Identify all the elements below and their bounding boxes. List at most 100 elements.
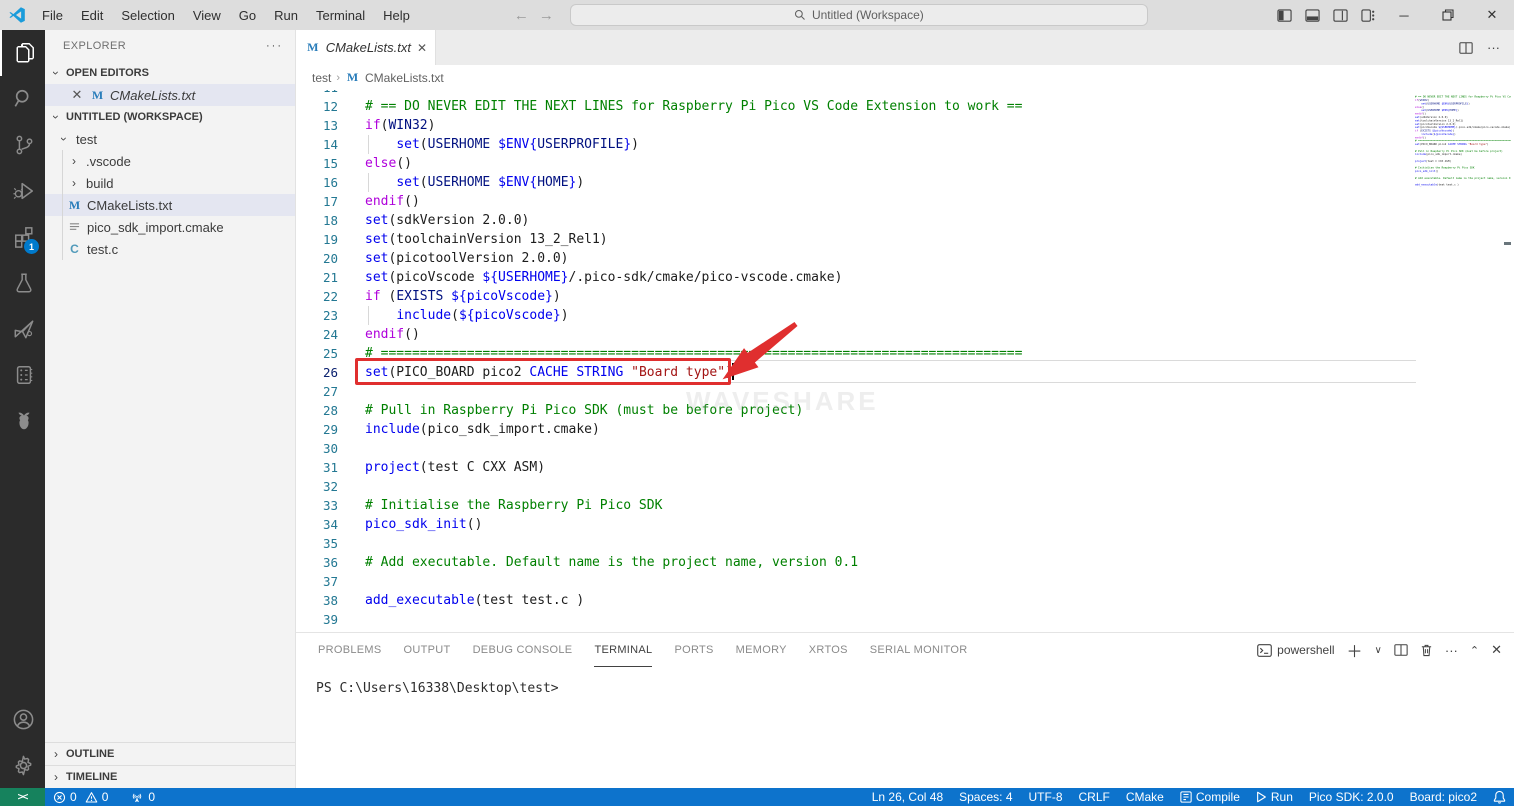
panel-tab-xrtos[interactable]: XRTOS bbox=[809, 633, 848, 667]
code-editor[interactable]: 1112# == DO NEVER EDIT THE NEXT LINES fo… bbox=[296, 90, 1514, 632]
maximize-panel-icon[interactable]: ⌃ bbox=[1470, 644, 1479, 657]
activitybar-settings-icon[interactable] bbox=[0, 742, 45, 788]
code-line-22[interactable]: 22if (EXISTS ${picoVscode}) bbox=[296, 287, 1514, 306]
toggle-primary-sidebar-icon[interactable] bbox=[1270, 1, 1298, 29]
status-cmake[interactable]: CMake bbox=[1118, 790, 1172, 804]
explorer-more-actions-icon[interactable]: ··· bbox=[266, 40, 283, 52]
code-line-13[interactable]: 13if(WIN32) bbox=[296, 116, 1514, 135]
status-compile[interactable]: Compile bbox=[1172, 790, 1248, 804]
code-line-31[interactable]: 31project(test C CXX ASM) bbox=[296, 458, 1514, 477]
activitybar-search-icon[interactable] bbox=[0, 76, 45, 122]
workspace-section-header[interactable]: › UNTITLED (WORKSPACE) bbox=[45, 106, 295, 128]
terminal-shell-label[interactable]: powershell bbox=[1257, 643, 1334, 657]
editor-more-actions-icon[interactable]: ··· bbox=[1487, 40, 1500, 55]
status-spaces[interactable]: Spaces: 4 bbox=[951, 790, 1020, 804]
code-line-39[interactable]: 39 bbox=[296, 610, 1514, 629]
code-line-32[interactable]: 32 bbox=[296, 477, 1514, 496]
tree-item-pico-sdk-import-cmake[interactable]: pico_sdk_import.cmake bbox=[45, 216, 295, 238]
tab-cmakelists[interactable]: M CMakeLists.txt ✕ bbox=[296, 30, 436, 65]
code-line-11[interactable]: 11 bbox=[296, 90, 1514, 97]
status-utf-8[interactable]: UTF-8 bbox=[1021, 790, 1071, 804]
open-editor-item[interactable]: ✕MCMakeLists.txt bbox=[45, 84, 295, 106]
status-board[interactable]: Board: pico2 bbox=[1402, 790, 1485, 804]
problems-status[interactable]: 0 0 bbox=[45, 788, 116, 806]
activitybar-testing-icon[interactable] bbox=[0, 260, 45, 306]
restore-button[interactable] bbox=[1426, 0, 1470, 30]
activitybar-memory-inspector-icon[interactable] bbox=[0, 352, 45, 398]
kill-terminal-icon[interactable] bbox=[1420, 643, 1433, 657]
code-line-18[interactable]: 18set(sdkVersion 2.0.0) bbox=[296, 211, 1514, 230]
code-line-29[interactable]: 29include(pico_sdk_import.cmake) bbox=[296, 420, 1514, 439]
menu-go[interactable]: Go bbox=[231, 5, 264, 26]
menu-selection[interactable]: Selection bbox=[113, 5, 182, 26]
panel-more-actions-icon[interactable]: ··· bbox=[1445, 643, 1458, 658]
tree-item--vscode[interactable]: ›.vscode bbox=[45, 150, 295, 172]
panel-tab-terminal[interactable]: TERMINAL bbox=[594, 633, 652, 667]
remote-indicator[interactable]: >< bbox=[0, 788, 45, 806]
menu-terminal[interactable]: Terminal bbox=[308, 5, 373, 26]
nav-forward-icon[interactable]: → bbox=[539, 7, 554, 24]
menu-help[interactable]: Help bbox=[375, 5, 418, 26]
toggle-secondary-sidebar-icon[interactable] bbox=[1326, 1, 1354, 29]
sidebar-section-outline[interactable]: ›OUTLINE bbox=[45, 742, 295, 765]
ports-status[interactable]: 0 bbox=[122, 788, 163, 806]
activitybar-accounts-icon[interactable] bbox=[0, 696, 45, 742]
status-run[interactable]: Run bbox=[1248, 790, 1301, 804]
command-center-search[interactable]: Untitled (Workspace) bbox=[570, 4, 1148, 26]
tree-item-build[interactable]: ›build bbox=[45, 172, 295, 194]
code-line-14[interactable]: 14 set(USERHOME $ENV{USERPROFILE}) bbox=[296, 135, 1514, 154]
split-terminal-icon[interactable] bbox=[1394, 643, 1408, 657]
notifications-bell-icon[interactable] bbox=[1485, 790, 1514, 804]
panel-tab-ports[interactable]: PORTS bbox=[674, 633, 713, 667]
code-line-36[interactable]: 36# Add executable. Default name is the … bbox=[296, 553, 1514, 572]
code-line-38[interactable]: 38add_executable(test test.c ) bbox=[296, 591, 1514, 610]
status-pico-sdk[interactable]: Pico SDK: 2.0.0 bbox=[1301, 790, 1402, 804]
code-line-19[interactable]: 19set(toolchainVersion 13_2_Rel1) bbox=[296, 230, 1514, 249]
minimize-button[interactable]: ─ bbox=[1382, 0, 1426, 30]
panel-tab-debug-console[interactable]: DEBUG CONSOLE bbox=[473, 633, 573, 667]
activitybar-explorer-icon[interactable] bbox=[0, 30, 45, 76]
menu-run[interactable]: Run bbox=[266, 5, 306, 26]
close-panel-icon[interactable]: ✕ bbox=[1491, 642, 1502, 658]
terminal-dropdown-icon[interactable]: ∨ bbox=[1375, 645, 1382, 656]
code-line-35[interactable]: 35 bbox=[296, 534, 1514, 553]
tree-item-cmakelists-txt[interactable]: MCMakeLists.txt bbox=[45, 194, 295, 216]
status-crlf[interactable]: CRLF bbox=[1071, 790, 1118, 804]
breadcrumb-folder[interactable]: test bbox=[312, 71, 331, 85]
split-editor-icon[interactable] bbox=[1459, 41, 1473, 55]
nav-back-icon[interactable]: ← bbox=[514, 7, 529, 24]
code-line-21[interactable]: 21set(picoVscode ${USERHOME}/.pico-sdk/c… bbox=[296, 268, 1514, 287]
code-line-12[interactable]: 12# == DO NEVER EDIT THE NEXT LINES for … bbox=[296, 97, 1514, 116]
activitybar-raspberry-pi-icon[interactable] bbox=[0, 398, 45, 444]
terminal-output[interactable]: PS C:\Users\16338\Desktop\test> bbox=[296, 667, 1514, 696]
customize-layout-icon[interactable] bbox=[1354, 1, 1382, 29]
code-line-24[interactable]: 24endif() bbox=[296, 325, 1514, 344]
tree-item-test-c[interactable]: Ctest.c bbox=[45, 238, 295, 260]
panel-tab-output[interactable]: OUTPUT bbox=[404, 633, 451, 667]
code-line-37[interactable]: 37 bbox=[296, 572, 1514, 591]
menu-file[interactable]: File bbox=[34, 5, 71, 26]
code-line-34[interactable]: 34pico_sdk_init() bbox=[296, 515, 1514, 534]
menu-edit[interactable]: Edit bbox=[73, 5, 111, 26]
activitybar-pico-project-icon[interactable] bbox=[0, 306, 45, 352]
activitybar-run-and-debug-icon[interactable] bbox=[0, 168, 45, 214]
code-line-33[interactable]: 33# Initialise the Raspberry Pi Pico SDK bbox=[296, 496, 1514, 515]
code-line-23[interactable]: 23 include(${picoVscode}) bbox=[296, 306, 1514, 325]
close-tab-icon[interactable]: ✕ bbox=[417, 41, 427, 55]
panel-tab-serial-monitor[interactable]: SERIAL MONITOR bbox=[870, 633, 968, 667]
open-editors-section-header[interactable]: › OPEN EDITORS bbox=[45, 62, 295, 84]
status-ln-26-col-48[interactable]: Ln 26, Col 48 bbox=[864, 790, 951, 804]
new-terminal-icon[interactable]: ＋ bbox=[1347, 638, 1363, 662]
minimap[interactable]: # == DO NEVER EDIT THE NEXT LINES for Ra… bbox=[1415, 92, 1511, 469]
tree-item-test[interactable]: ›test bbox=[45, 128, 295, 150]
code-line-16[interactable]: 16 set(USERHOME $ENV{HOME}) bbox=[296, 173, 1514, 192]
toggle-panel-icon[interactable] bbox=[1298, 1, 1326, 29]
close-window-button[interactable]: ✕ bbox=[1470, 0, 1514, 30]
code-line-20[interactable]: 20set(picotoolVersion 2.0.0) bbox=[296, 249, 1514, 268]
menu-view[interactable]: View bbox=[185, 5, 229, 26]
code-line-30[interactable]: 30 bbox=[296, 439, 1514, 458]
panel-tab-problems[interactable]: PROBLEMS bbox=[318, 633, 382, 667]
code-line-28[interactable]: 28# Pull in Raspberry Pi Pico SDK (must … bbox=[296, 401, 1514, 420]
activitybar-extensions-icon[interactable]: 1 bbox=[0, 214, 45, 260]
code-line-15[interactable]: 15else() bbox=[296, 154, 1514, 173]
